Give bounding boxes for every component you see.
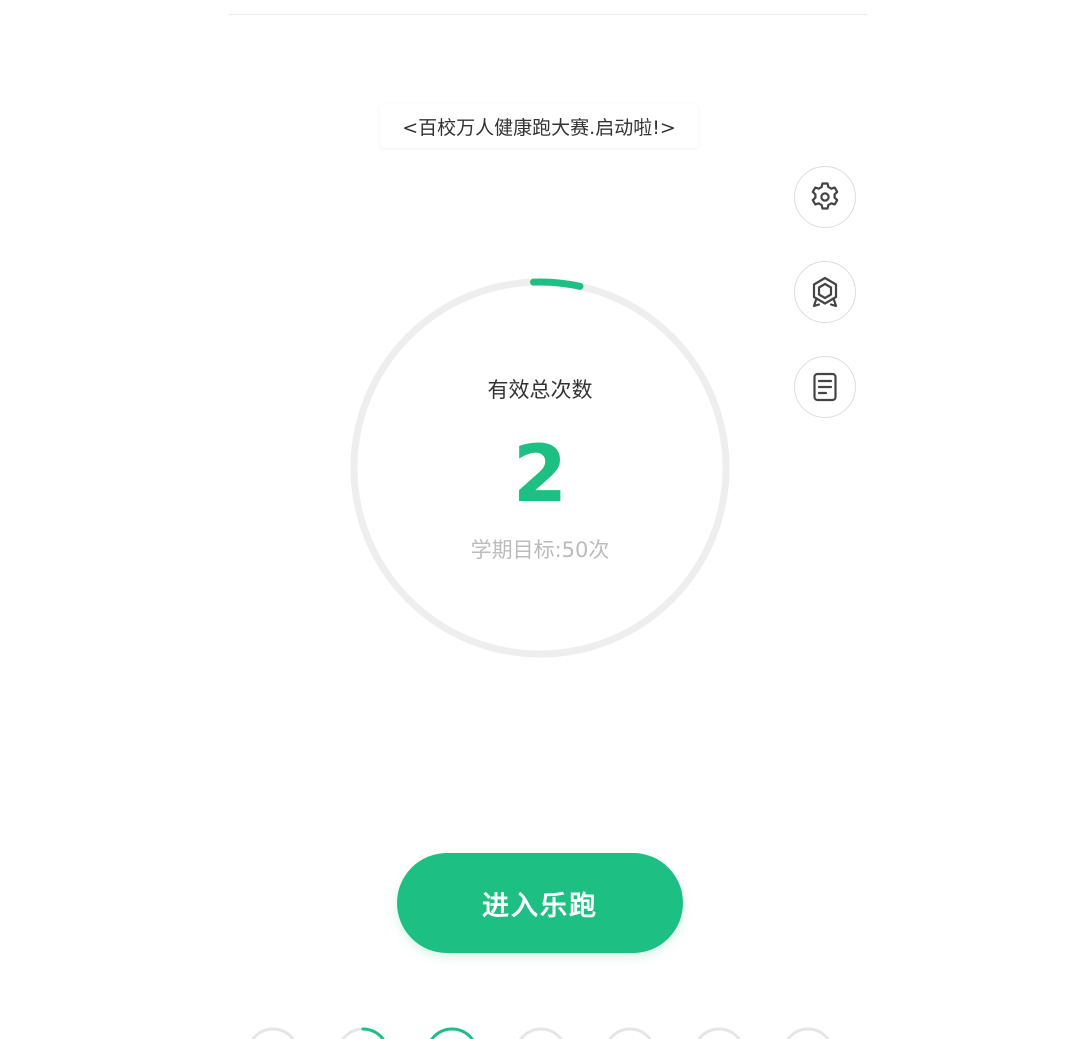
event-banner-text: <百校万人健康跑大赛.启动啦!> <box>402 116 676 139</box>
progress-ring: 有效总次数 2 学期目标:50次 <box>348 276 732 660</box>
settings-button[interactable] <box>794 166 856 228</box>
enter-run-button[interactable]: 进入乐跑 <box>397 853 683 953</box>
weekly-ring[interactable] <box>602 1026 658 1039</box>
weekly-rings-row <box>0 1026 1080 1039</box>
progress-goal: 学期目标:50次 <box>470 538 610 562</box>
badge-icon <box>812 276 838 308</box>
progress-label: 有效总次数 <box>487 378 593 402</box>
event-banner[interactable]: <百校万人健康跑大赛.启动啦!> <box>380 104 698 148</box>
records-button[interactable] <box>794 356 856 418</box>
weekly-ring[interactable] <box>780 1026 836 1039</box>
weekly-ring[interactable] <box>335 1026 391 1039</box>
progress-count: 2 <box>512 430 568 520</box>
top-divider <box>228 14 868 15</box>
weekly-ring[interactable] <box>424 1026 480 1039</box>
progress-ring-arc <box>530 278 584 290</box>
weekly-ring[interactable] <box>245 1026 301 1039</box>
document-icon <box>813 372 837 402</box>
medal-button[interactable] <box>794 261 856 323</box>
weekly-ring[interactable] <box>691 1026 747 1039</box>
gear-icon <box>811 182 839 210</box>
page: <百校万人健康跑大赛.启动啦!> 有效总次数 2 学期目标:50次 进入乐跑 <box>0 0 1080 1039</box>
weekly-ring[interactable] <box>513 1026 569 1039</box>
